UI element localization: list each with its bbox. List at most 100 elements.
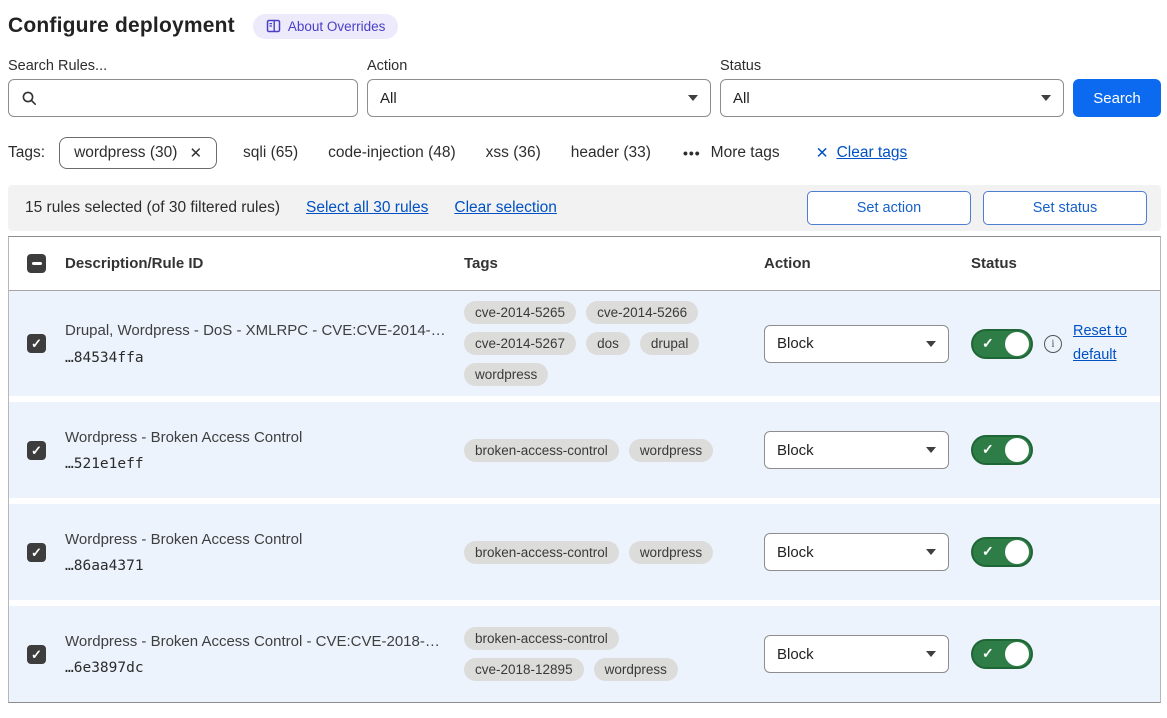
table-row: ✓ Wordpress - Broken Access Control …521…: [9, 402, 1160, 498]
tag-pill: cve-2014-5266: [586, 301, 698, 324]
action-filter-select[interactable]: All: [367, 79, 711, 117]
tags-bar: Tags: wordpress (30) ✕ sqli (65)code-inj…: [8, 137, 1161, 169]
about-overrides-badge[interactable]: About Overrides: [253, 14, 399, 39]
tag-pill: broken-access-control: [464, 541, 619, 564]
status-cell: ✓ i Reset to default: [971, 320, 1160, 366]
tag-filter[interactable]: sqli (65): [243, 144, 298, 162]
row-checkbox[interactable]: ✓: [27, 334, 46, 353]
bulk-action-buttons: Set action Set status: [807, 191, 1147, 225]
rule-id: …6e3897dc: [65, 660, 448, 676]
status-cell: ✓: [971, 639, 1160, 669]
set-action-button[interactable]: Set action: [807, 191, 971, 225]
status-toggle[interactable]: ✓: [971, 537, 1033, 567]
tag-pill: drupal: [640, 332, 700, 355]
search-icon: [21, 90, 38, 107]
row-checkbox[interactable]: ✓: [27, 645, 46, 664]
description-cell: Drupal, Wordpress - DoS - XMLRPC - CVE:C…: [65, 321, 464, 366]
status-cell: ✓: [971, 435, 1160, 465]
book-icon: [266, 19, 281, 33]
column-header-status: Status: [971, 255, 1160, 272]
status-toggle[interactable]: ✓: [971, 639, 1033, 669]
row-tags: broken-access-control cve-2018-12895 wordp…: [464, 627, 764, 681]
selected-tag-wordpress[interactable]: wordpress (30) ✕: [59, 137, 217, 169]
search-rules-input[interactable]: [46, 90, 345, 107]
chevron-down-icon: [926, 447, 936, 453]
row-checkbox-cell: ✓: [9, 543, 65, 562]
search-rules-group: Search Rules...: [8, 58, 358, 117]
row-checkbox-cell: ✓: [9, 645, 65, 664]
action-select-value: Block: [777, 442, 814, 459]
toggle-knob: [1005, 332, 1029, 356]
status-filter-select[interactable]: All: [720, 79, 1064, 117]
set-status-button[interactable]: Set status: [983, 191, 1147, 225]
tag-pill: dos: [586, 332, 630, 355]
action-cell: Block: [764, 635, 971, 673]
search-button[interactable]: Search: [1073, 79, 1161, 117]
reset-to-default-link[interactable]: Reset to default: [1073, 320, 1137, 366]
action-filter-value: All: [380, 90, 397, 107]
action-select-value: Block: [777, 544, 814, 561]
row-description: Wordpress - Broken Access Control: [65, 530, 448, 550]
selected-tag-label: wordpress (30): [74, 144, 177, 162]
description-cell: Wordpress - Broken Access Control - CVE:…: [65, 632, 464, 677]
status-toggle[interactable]: ✓: [971, 329, 1033, 359]
toggle-knob: [1005, 540, 1029, 564]
check-icon: ✓: [982, 543, 994, 560]
page-title: Configure deployment: [8, 14, 235, 38]
table-row: ✓ Drupal, Wordpress - DoS - XMLRPC - CVE…: [9, 291, 1160, 396]
tag-filter[interactable]: header (33): [571, 144, 651, 162]
check-icon: ✓: [31, 648, 42, 661]
column-header-action: Action: [764, 255, 971, 272]
status-toggle[interactable]: ✓: [971, 435, 1033, 465]
row-checkbox[interactable]: ✓: [27, 441, 46, 460]
chevron-down-icon: [926, 651, 936, 657]
toggle-knob: [1005, 438, 1029, 462]
tag-pill: wordpress: [629, 541, 713, 564]
about-overrides-label: About Overrides: [288, 19, 386, 34]
info-icon[interactable]: i: [1044, 335, 1062, 353]
action-select[interactable]: Block: [764, 325, 949, 363]
row-checkbox[interactable]: ✓: [27, 543, 46, 562]
rules-table: Description/Rule ID Tags Action Status ✓…: [8, 236, 1161, 703]
search-rules-field[interactable]: [8, 79, 358, 117]
tag-pill: cve-2014-5265: [464, 301, 576, 324]
check-icon: ✓: [982, 645, 994, 662]
row-tags: cve-2014-5265cve-2014-5266cve-2014-5267d…: [464, 301, 764, 386]
description-cell: Wordpress - Broken Access Control …521e1…: [65, 428, 464, 473]
row-checkbox-cell: ✓: [9, 441, 65, 460]
tag-filter[interactable]: code-injection (48): [328, 144, 456, 162]
action-select[interactable]: Block: [764, 431, 949, 469]
clear-tags-link[interactable]: ✕ Clear tags: [816, 144, 908, 163]
row-description: Drupal, Wordpress - DoS - XMLRPC - CVE:C…: [65, 321, 448, 341]
tag-pill: broken-access-control: [464, 627, 619, 650]
clear-selection-link[interactable]: Clear selection: [454, 199, 557, 217]
toggle-knob: [1005, 642, 1029, 666]
action-filter-label: Action: [367, 58, 711, 74]
action-cell: Block: [764, 533, 971, 571]
rule-id: …86aa4371: [65, 558, 448, 574]
table-header-row: Description/Rule ID Tags Action Status: [9, 237, 1160, 291]
status-cell: ✓: [971, 537, 1160, 567]
table-row: ✓ Wordpress - Broken Access Control …86a…: [9, 504, 1160, 600]
tag-filter[interactable]: xss (36): [486, 144, 541, 162]
remove-tag-icon[interactable]: ✕: [189, 144, 202, 162]
select-all-checkbox[interactable]: [27, 254, 46, 273]
action-select[interactable]: Block: [764, 635, 949, 673]
tag-filter-list: sqli (65) code-injection (48) xss (36) head…: [243, 144, 651, 162]
select-all-rules-link[interactable]: Select all 30 rules: [306, 199, 428, 217]
action-select[interactable]: Block: [764, 533, 949, 571]
tag-pill: cve-2018-12895: [464, 658, 584, 681]
chevron-down-icon: [1041, 95, 1051, 101]
action-select-value: Block: [777, 646, 814, 663]
action-select-value: Block: [777, 335, 814, 352]
filter-bar: Search Rules... Action All Status All: [8, 58, 1161, 117]
action-filter-group: Action All: [367, 58, 711, 117]
column-header-description: Description/Rule ID: [65, 255, 464, 272]
row-description: Wordpress - Broken Access Control: [65, 428, 448, 448]
row-checkbox-cell: ✓: [9, 334, 65, 353]
tag-pill: wordpress: [594, 658, 678, 681]
page-header: Configure deployment About Overrides: [8, 10, 1161, 42]
tag-pill: wordpress: [629, 439, 713, 462]
ellipsis-icon: •••: [683, 145, 701, 161]
more-tags-button[interactable]: ••• More tags: [683, 144, 780, 162]
